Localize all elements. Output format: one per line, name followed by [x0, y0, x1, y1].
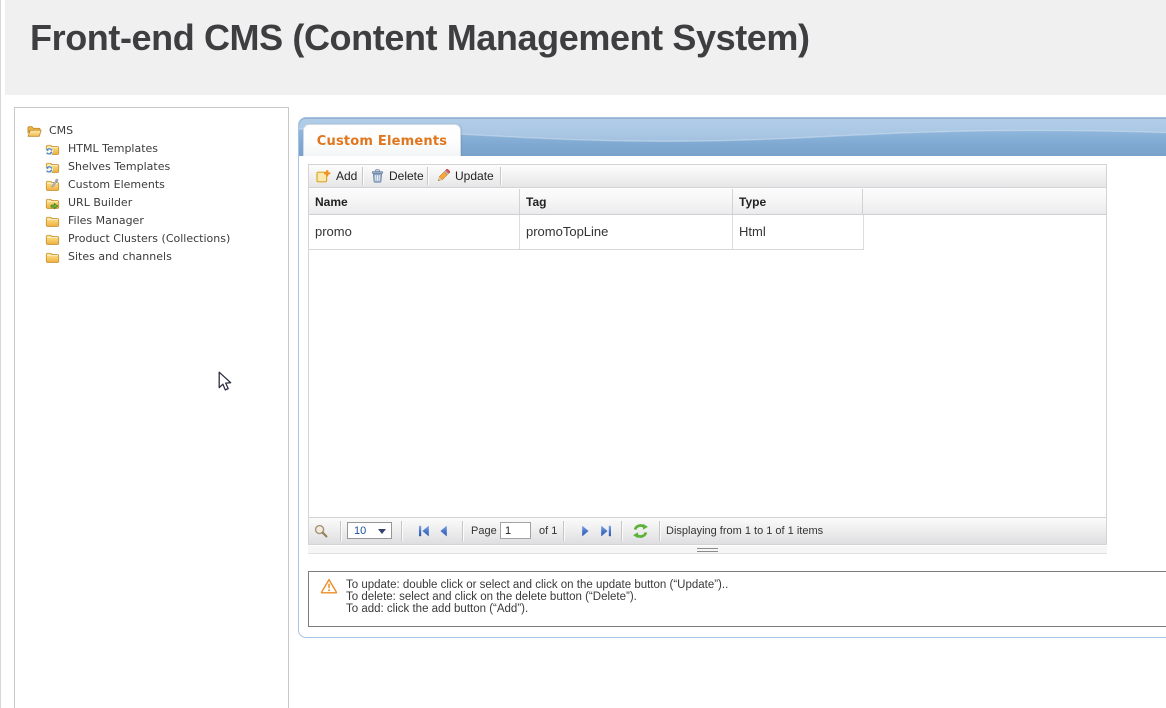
- grid-body: promo promoTopLine Html: [309, 215, 1106, 518]
- add-button-label: Add: [336, 169, 357, 183]
- trash-icon: [371, 169, 384, 183]
- tree-item-label: Files Manager: [68, 214, 144, 228]
- tree-item-custom-elements[interactable]: Custom Elements: [15, 176, 288, 194]
- column-header-filler: [863, 189, 1106, 214]
- folder-icon: [45, 232, 60, 246]
- delete-button[interactable]: Delete: [371, 165, 424, 187]
- grid-pager: 10 Page of 1: [309, 517, 1106, 544]
- first-page-icon[interactable]: [418, 525, 430, 537]
- help-note-text: To update: double click or select and cl…: [346, 579, 728, 615]
- tree-item-cms[interactable]: CMS: [15, 122, 288, 140]
- tree-item-label: URL Builder: [68, 196, 132, 210]
- pager-status: Displaying from 1 to 1 of 1 items: [666, 525, 823, 537]
- tab-strip: Custom Elements: [299, 118, 1166, 156]
- warning-icon: [320, 578, 338, 599]
- folder-icon: [45, 214, 60, 228]
- tree-item-shelves-templates[interactable]: Shelves Templates: [15, 158, 288, 176]
- update-button-label: Update: [455, 169, 494, 183]
- tree-item-label: HTML Templates: [68, 142, 158, 156]
- column-header-label: Name: [315, 195, 348, 209]
- tree-item-label: Custom Elements: [68, 178, 165, 192]
- column-header-label: Tag: [526, 195, 546, 209]
- cell-type: Html: [733, 215, 864, 249]
- search-icon[interactable]: [314, 524, 329, 539]
- page-header: Front-end CMS (Content Management System…: [5, 0, 1166, 95]
- tree-item-label: Product Clusters (Collections): [68, 232, 230, 246]
- page-label: Page: [471, 525, 497, 537]
- toolbar-separator: [427, 167, 428, 185]
- pager-separator: [401, 521, 402, 541]
- pager-separator: [659, 521, 660, 541]
- grid-resize-handle[interactable]: [308, 546, 1107, 554]
- toolbar-separator: [500, 167, 501, 185]
- pager-separator: [563, 521, 564, 541]
- tree-item-url-builder[interactable]: URL Builder: [15, 194, 288, 212]
- refresh-icon[interactable]: [632, 523, 649, 539]
- column-header-label: Type: [739, 195, 766, 209]
- delete-button-label: Delete: [389, 169, 424, 183]
- cell-name: promo: [309, 215, 520, 249]
- folder-sync-icon: [45, 142, 60, 156]
- window-left-edge: [0, 0, 1, 708]
- tree-item-product-clusters[interactable]: Product Clusters (Collections): [15, 230, 288, 248]
- app-window: Front-end CMS (Content Management System…: [0, 0, 1166, 708]
- table-row[interactable]: promo promoTopLine Html: [309, 215, 864, 250]
- folder-edit-icon: [45, 178, 60, 192]
- tree-item-sites-and-channels[interactable]: Sites and channels: [15, 248, 288, 266]
- add-icon: [316, 169, 331, 183]
- next-page-icon[interactable]: [581, 525, 591, 537]
- column-header-tag[interactable]: Tag: [520, 189, 733, 214]
- note-line: To delete: select and click on the delet…: [346, 591, 728, 603]
- sidebar-tree-panel: CMS: [14, 107, 289, 708]
- pager-separator: [462, 521, 463, 541]
- cms-tree: CMS: [15, 122, 288, 266]
- page-title: Front-end CMS (Content Management System…: [30, 20, 810, 56]
- custom-elements-grid: Add Delete: [308, 164, 1107, 545]
- content-panel: Custom Elements Add: [298, 117, 1166, 638]
- column-header-name[interactable]: Name: [309, 189, 520, 214]
- note-line: To update: double click or select and cl…: [346, 579, 728, 591]
- cell-tag: promoTopLine: [520, 215, 733, 249]
- folder-sync-icon: [45, 160, 60, 174]
- update-button[interactable]: Update: [436, 165, 494, 187]
- tab-label: Custom Elements: [317, 133, 447, 149]
- tree-item-label: CMS: [49, 124, 73, 138]
- help-note: To update: double click or select and cl…: [308, 571, 1166, 627]
- page-size-value: 10: [354, 525, 366, 537]
- grid-header: Name Tag Type: [309, 189, 1106, 215]
- pager-separator: [340, 521, 341, 541]
- add-button[interactable]: Add: [316, 165, 357, 187]
- page-number-input[interactable]: [500, 522, 531, 539]
- tree-item-label: Sites and channels: [68, 250, 172, 264]
- pager-separator: [621, 521, 622, 541]
- page-count-label: of 1: [539, 525, 557, 537]
- page-size-select[interactable]: 10: [347, 522, 392, 539]
- pencil-icon: [436, 169, 450, 183]
- prev-page-icon[interactable]: [438, 525, 448, 537]
- folder-go-icon: [45, 196, 60, 210]
- grid-toolbar: Add Delete: [309, 165, 1106, 188]
- folder-icon: [45, 250, 60, 264]
- tab-custom-elements[interactable]: Custom Elements: [303, 124, 461, 156]
- chevron-down-icon: [378, 529, 386, 534]
- open-folder-icon: [27, 124, 42, 138]
- tree-item-html-templates[interactable]: HTML Templates: [15, 140, 288, 158]
- tree-item-label: Shelves Templates: [68, 160, 170, 174]
- note-line: To add: click the add button (“Add”).: [346, 603, 728, 615]
- column-header-type[interactable]: Type: [733, 189, 863, 214]
- last-page-icon[interactable]: [600, 525, 612, 537]
- toolbar-separator: [362, 167, 363, 185]
- resize-grip-icon: [697, 548, 718, 552]
- mouse-cursor: [218, 371, 233, 392]
- tree-item-files-manager[interactable]: Files Manager: [15, 212, 288, 230]
